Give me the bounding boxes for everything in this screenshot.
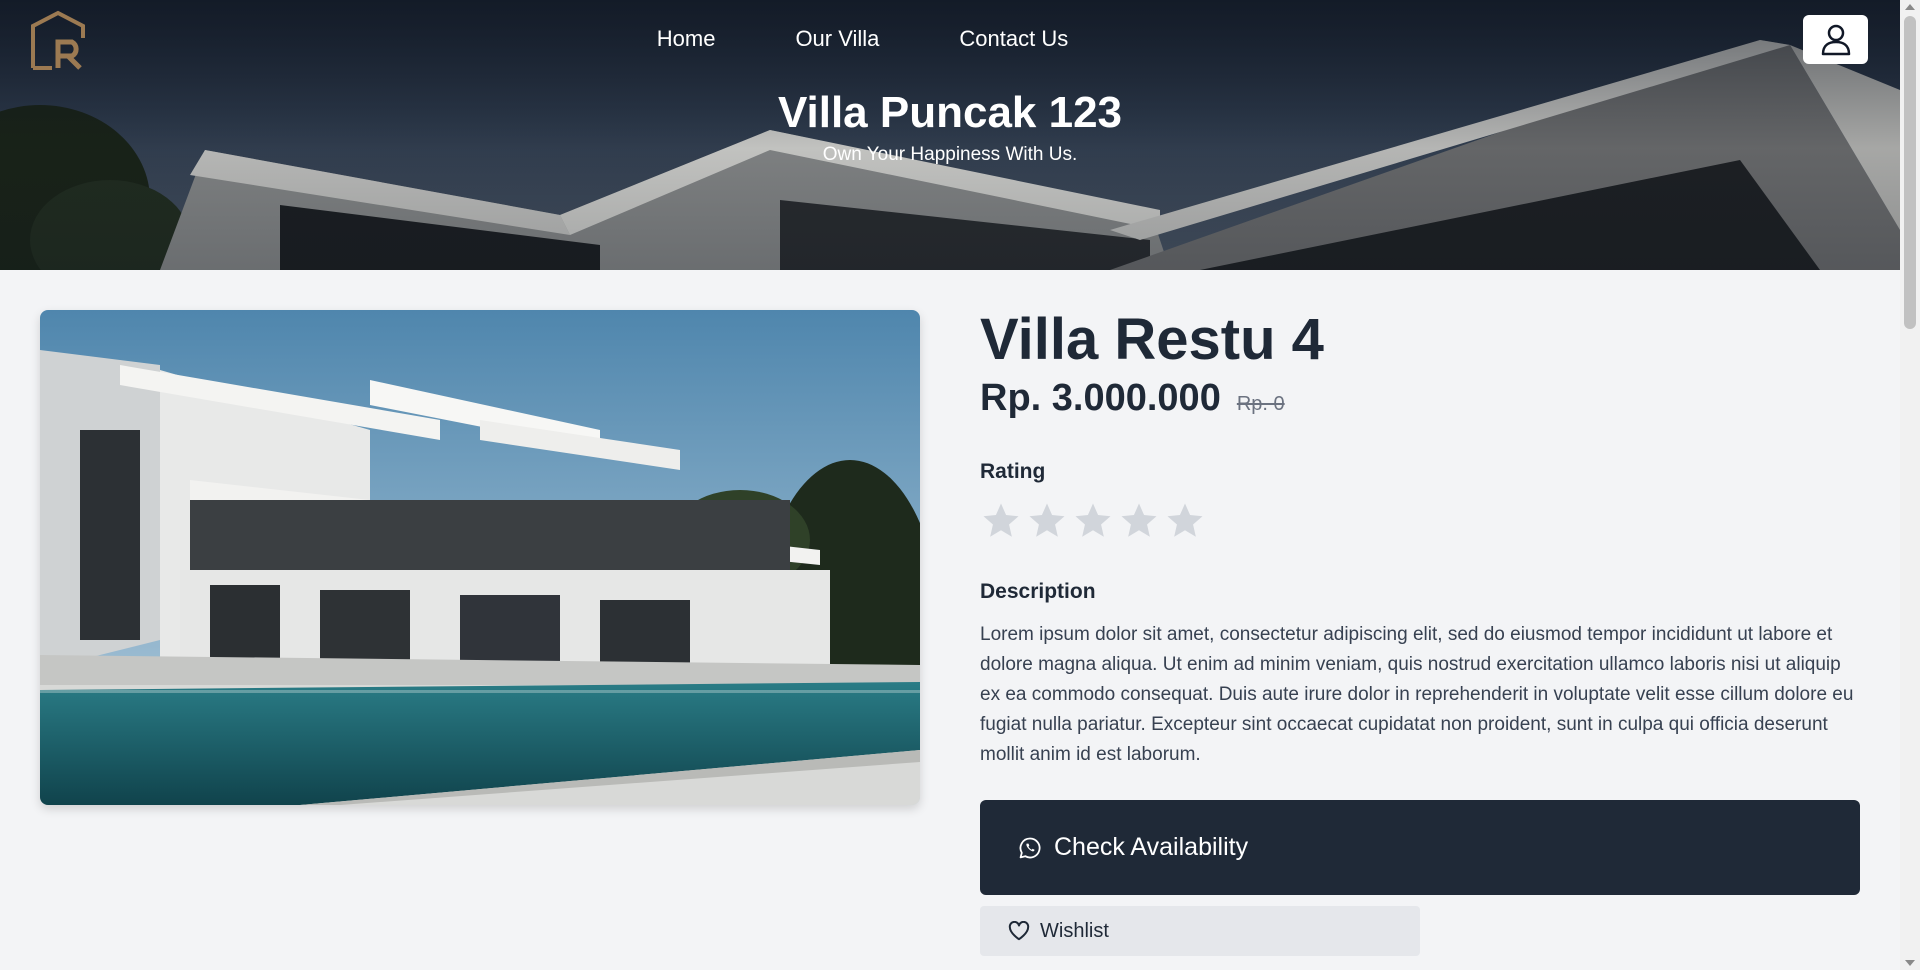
villa-details: Villa Restu 4 Rp. 3.000.000 Rp. 0 Rating… xyxy=(980,305,1860,956)
star-icon[interactable] xyxy=(1164,500,1206,542)
hero-banner: Home Our Villa Contact Us Villa Puncak 1… xyxy=(0,0,1900,270)
villa-description: Lorem ipsum dolor sit amet, consectetur … xyxy=(980,624,1854,765)
villa-price: Rp. 3.000.000 xyxy=(980,377,1221,419)
villa-pool-image xyxy=(40,310,920,805)
hero-subtitle: Own Your Happiness With Us. xyxy=(822,144,1078,165)
villa-old-price: Rp. 0 xyxy=(1236,393,1285,415)
nav-contact-us[interactable]: Contact Us xyxy=(959,26,1068,52)
nav-home[interactable]: Home xyxy=(657,26,716,52)
price-row: Rp. 3.000.000 Rp. 0 xyxy=(980,377,1860,420)
villa-name: Villa Restu 4 xyxy=(980,307,1324,372)
star-icon[interactable] xyxy=(1118,500,1160,542)
star-icon[interactable] xyxy=(980,500,1022,542)
profile-button[interactable] xyxy=(1803,15,1868,64)
user-icon xyxy=(1821,24,1850,55)
main-nav: Home Our Villa Contact Us xyxy=(0,26,1900,52)
scroll-down-arrow-icon[interactable] xyxy=(1905,960,1915,966)
hero-title: Villa Puncak 123 xyxy=(777,88,1123,137)
nav-our-villa[interactable]: Our Villa xyxy=(795,26,879,52)
heart-icon xyxy=(1008,921,1030,941)
star-icon[interactable] xyxy=(1072,500,1114,542)
check-availability-button[interactable]: Check Availability xyxy=(980,800,1860,895)
page-scrollbar[interactable] xyxy=(1900,0,1920,970)
villa-photo xyxy=(40,310,920,805)
scrollbar-thumb[interactable] xyxy=(1904,16,1916,329)
check-availability-label: Check Availability xyxy=(1054,833,1249,861)
description-label: Description xyxy=(980,580,1096,603)
rating-label: Rating xyxy=(980,460,1046,483)
whatsapp-icon xyxy=(1019,837,1041,858)
rating-stars[interactable] xyxy=(980,500,1206,542)
wishlist-label: Wishlist xyxy=(1040,919,1109,942)
wishlist-button[interactable]: Wishlist xyxy=(980,906,1420,956)
star-icon[interactable] xyxy=(1026,500,1068,542)
scroll-up-arrow-icon[interactable] xyxy=(1905,4,1915,10)
